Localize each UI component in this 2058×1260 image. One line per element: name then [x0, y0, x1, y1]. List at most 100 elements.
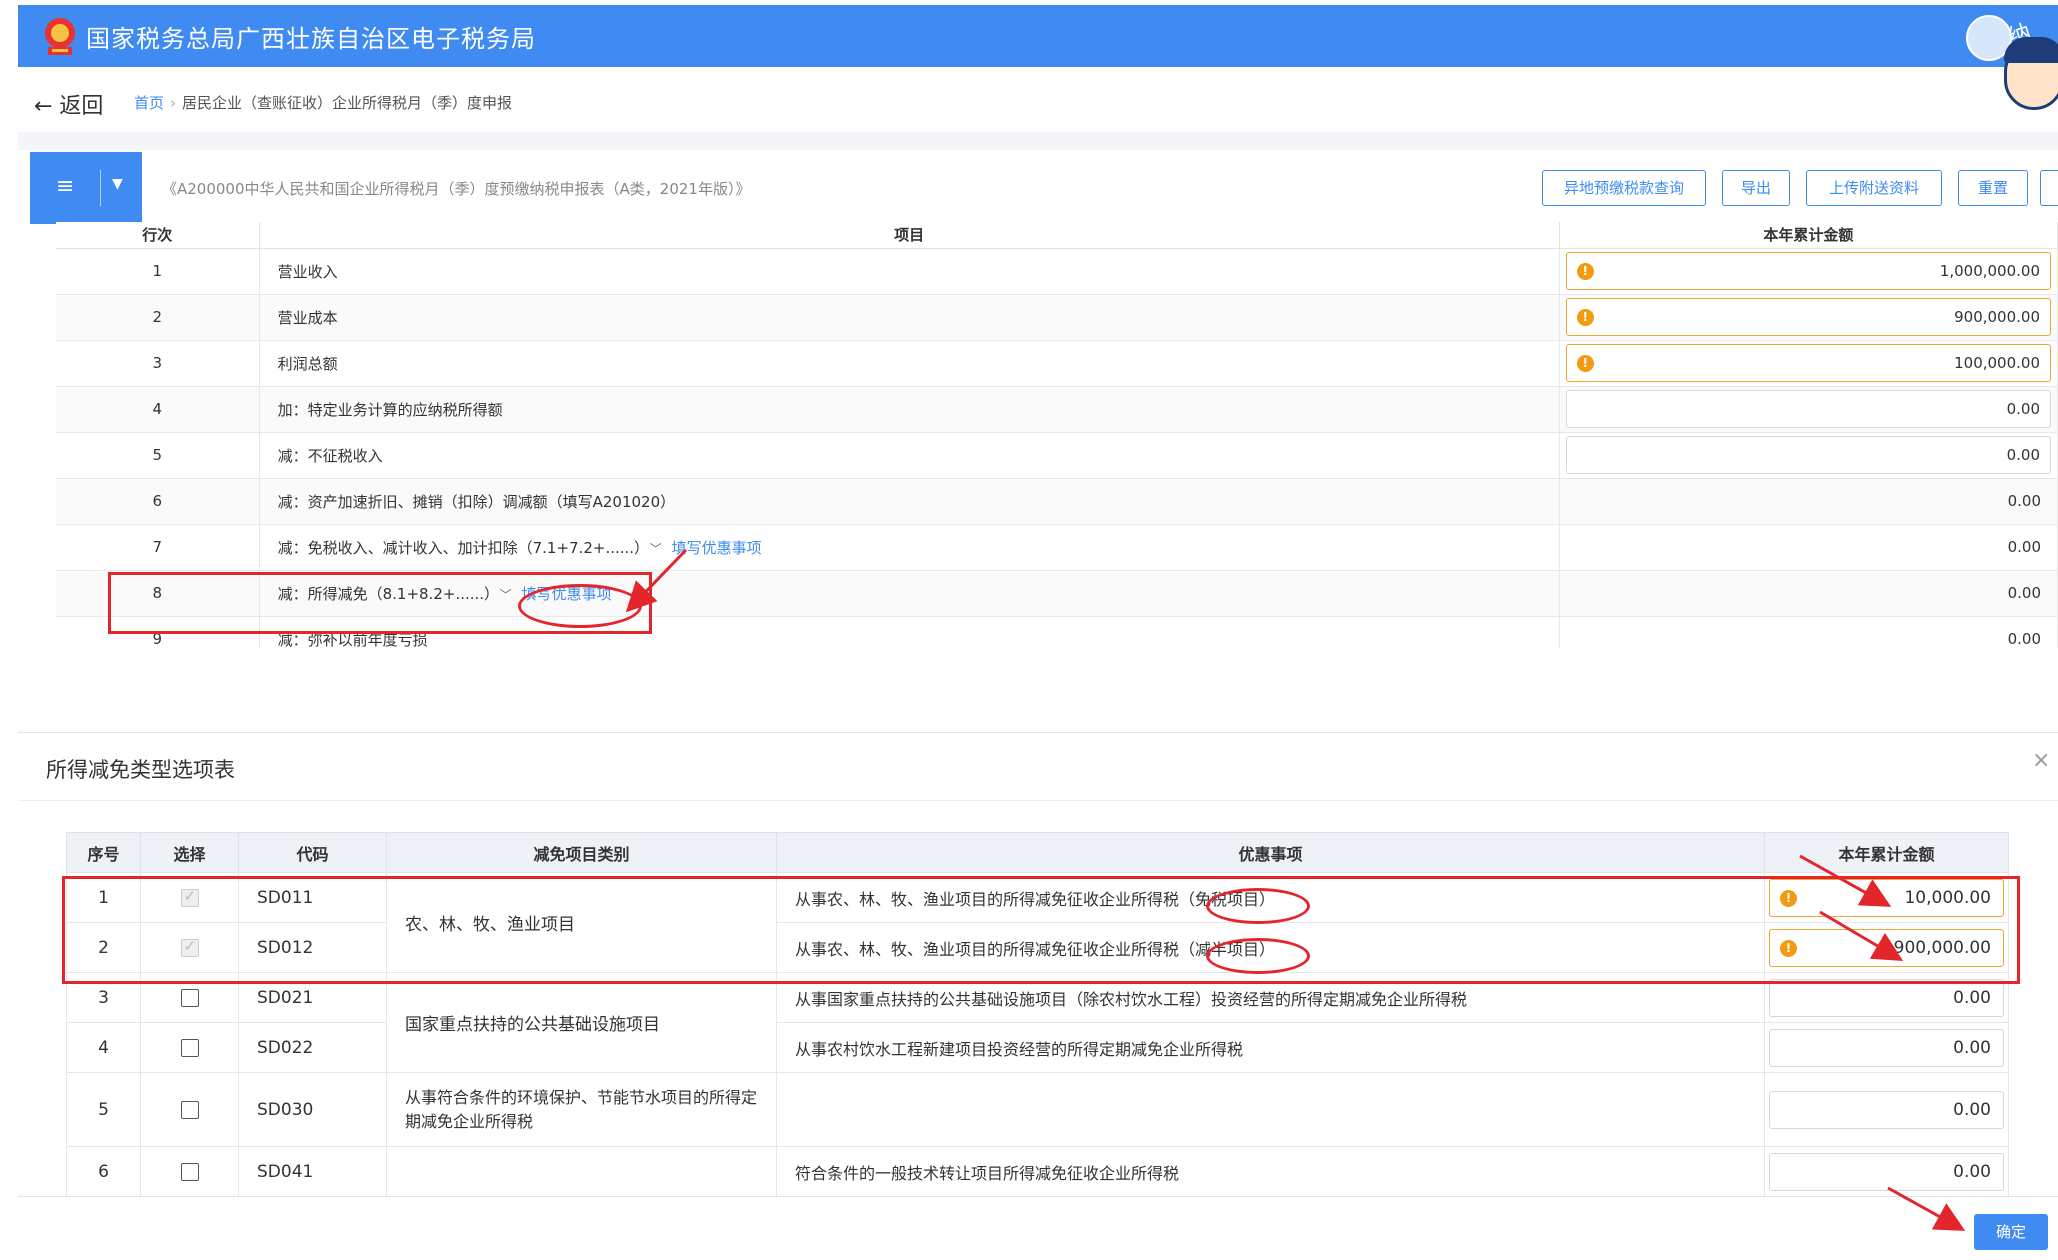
col-header-amount: 本年累计金额: [1764, 832, 2009, 873]
chevron-down-icon[interactable]: ﹀: [650, 542, 662, 556]
col-header-code: 代码: [238, 832, 387, 873]
col-header-row: 行次: [56, 222, 260, 249]
caret-down-icon: ▼: [112, 176, 123, 192]
warning-icon: !: [1780, 939, 1797, 957]
modal-header-divider: [18, 800, 2058, 801]
reset-button[interactable]: 重置: [1958, 170, 2028, 206]
amount-input[interactable]: ! 10,000.00: [1769, 878, 2004, 917]
remote-prepay-query-button[interactable]: 异地预缴税款查询: [1542, 170, 1706, 206]
select-checkbox[interactable]: [180, 1162, 199, 1181]
menu-divider: [100, 170, 101, 206]
amount-input[interactable]: 0.00: [1565, 436, 2051, 474]
amount-input[interactable]: ! 100,000.00: [1565, 344, 2051, 382]
amount-value: 0.00: [2007, 630, 2041, 648]
table-row: 4 加：特定业务计算的应纳税所得额 0.00: [56, 386, 2058, 433]
amount-input[interactable]: ! 1,000,000.00: [1565, 252, 2051, 290]
close-icon[interactable]: ×: [2032, 748, 2050, 773]
upload-attachment-button[interactable]: 上传附送资料: [1806, 170, 1942, 206]
warning-icon: !: [1576, 355, 1594, 372]
mascot-icon[interactable]: [2004, 37, 2058, 110]
category: [386, 1146, 777, 1197]
col-header-item: 项目: [259, 222, 1560, 249]
amount-input[interactable]: 0.00: [1769, 1090, 2004, 1129]
code: SD022: [238, 1022, 387, 1073]
row-number: 3: [56, 340, 260, 387]
select-checkbox[interactable]: [180, 887, 199, 907]
seq: 6: [66, 1146, 141, 1197]
table-row: 6 减：资产加速折旧、摊销（扣除）调减额（填写A201020） 0.00: [56, 478, 2058, 525]
breadcrumb-current: 居民企业（查账征收）企业所得税月（季）度申报: [182, 94, 513, 112]
select-checkbox[interactable]: [180, 1038, 199, 1057]
row-number: 8: [56, 570, 260, 617]
modal-title: 所得减免类型选项表: [46, 758, 235, 782]
table-row: 1 营业收入 ! 1,000,000.00: [56, 248, 2058, 295]
table-row: 5 SD030 从事符合条件的环境保护、节能节水项目的所得定期减免企业所得税 0…: [66, 1072, 2009, 1147]
fill-preference-link[interactable]: 填写优惠事项: [522, 585, 612, 603]
code: SD011: [238, 872, 387, 923]
breadcrumb-separator-icon: ›: [170, 94, 177, 112]
seq: 1: [66, 872, 141, 923]
row-name: 营业收入: [259, 248, 1560, 295]
code: SD012: [238, 922, 387, 973]
seq: 4: [66, 1022, 141, 1073]
export-button[interactable]: 导出: [1722, 170, 1790, 206]
row-name: 营业成本: [259, 294, 1560, 341]
amount-input[interactable]: ! 900,000.00: [1769, 928, 2004, 967]
warning-icon: !: [1780, 889, 1797, 907]
code: SD021: [238, 972, 387, 1023]
amount-input[interactable]: 0.00: [1769, 978, 2004, 1017]
confirm-button[interactable]: 确定: [1974, 1214, 2048, 1250]
amount-input[interactable]: ! 900,000.00: [1565, 298, 2051, 336]
category: 农、林、牧、渔业项目: [386, 872, 777, 973]
amount-input[interactable]: 0.00: [1565, 390, 2051, 428]
select-checkbox[interactable]: [180, 937, 199, 957]
category: 从事符合条件的环境保护、节能节水项目的所得定期减免企业所得税: [386, 1072, 777, 1147]
form-menu-button[interactable]: ≡ ▼: [30, 152, 142, 224]
content-cutoff: [18, 648, 2058, 738]
amount-value: 1,000,000.00: [1939, 262, 2040, 280]
row-number: 6: [56, 478, 260, 525]
amount-value: 0.00: [2007, 584, 2041, 602]
modal-top-border: [18, 732, 2058, 733]
breadcrumb: 首页 › 居民企业（查账征收）企业所得税月（季）度申报: [134, 92, 512, 113]
table-row: 7 减：免税收入、减计收入、加计扣除（7.1+7.2+......） ﹀ 填写优惠事…: [56, 524, 2058, 571]
amount-value: 900,000.00: [1893, 937, 1991, 958]
row-name-cell: 减：免税收入、减计收入、加计扣除（7.1+7.2+......） ﹀ 填写优惠事项: [259, 524, 1560, 571]
amount-input[interactable]: 0.00: [1769, 1028, 2004, 1067]
tax-emblem-icon: [45, 18, 75, 55]
row-name: 减：资产加速折旧、摊销（扣除）调减额（填写A201020）: [259, 478, 1560, 525]
row-number: 5: [56, 432, 260, 479]
seq: 5: [66, 1072, 141, 1147]
amount-value: 900,000.00: [1954, 308, 2040, 326]
seq: 2: [66, 922, 141, 973]
select-checkbox[interactable]: [180, 988, 199, 1007]
seq: 3: [66, 972, 141, 1023]
menu-icon: ≡: [56, 174, 75, 199]
chevron-down-icon[interactable]: ﹀: [500, 588, 512, 602]
select-checkbox[interactable]: [180, 1100, 199, 1119]
save-draft-button[interactable]: 暂存: [2040, 170, 2058, 206]
table-row: 4 SD022 从事农村饮水工程新建项目投资经营的所得定期减免企业所得税 0.0…: [66, 1022, 2009, 1073]
table-row: 6 SD041 符合条件的一般技术转让项目所得减免征收企业所得税 0.00: [66, 1146, 2009, 1197]
row-number: 7: [56, 524, 260, 571]
modal-footer-divider: [18, 1196, 2058, 1197]
warning-icon: !: [1576, 263, 1594, 280]
site-title: 国家税务总局广西壮族自治区电子税务局: [86, 25, 536, 53]
table-row: 3 SD021 国家重点扶持的公共基础设施项目 从事国家重点扶持的公共基础设施项…: [66, 972, 2009, 1073]
amount-input[interactable]: 0.00: [1769, 1152, 2004, 1191]
divider-strip: [18, 132, 2058, 150]
row-name: 加：特定业务计算的应纳税所得额: [259, 386, 1560, 433]
exemption-table: 序号 选择 代码 减免项目类别 优惠事项 本年累计金额 1 SD011 农、林、…: [66, 832, 2009, 1197]
fill-preference-link[interactable]: 填写优惠事项: [672, 539, 762, 557]
amount-value: 100,000.00: [1954, 354, 2040, 372]
code: SD041: [238, 1146, 387, 1197]
col-header-amount: 本年累计金额: [1559, 222, 2058, 249]
amount-value: 10,000.00: [1904, 887, 1991, 908]
breadcrumb-home-link[interactable]: 首页: [134, 94, 164, 112]
category: 国家重点扶持的公共基础设施项目: [386, 972, 777, 1073]
item: 从事国家重点扶持的公共基础设施项目（除农村饮水工程）投资经营的所得定期减免企业所…: [776, 972, 1765, 1023]
back-button[interactable]: ← 返回: [34, 88, 103, 120]
item: 符合条件的一般技术转让项目所得减免征收企业所得税: [776, 1146, 1765, 1197]
col-header-select: 选择: [140, 832, 239, 873]
code: SD030: [238, 1072, 387, 1147]
